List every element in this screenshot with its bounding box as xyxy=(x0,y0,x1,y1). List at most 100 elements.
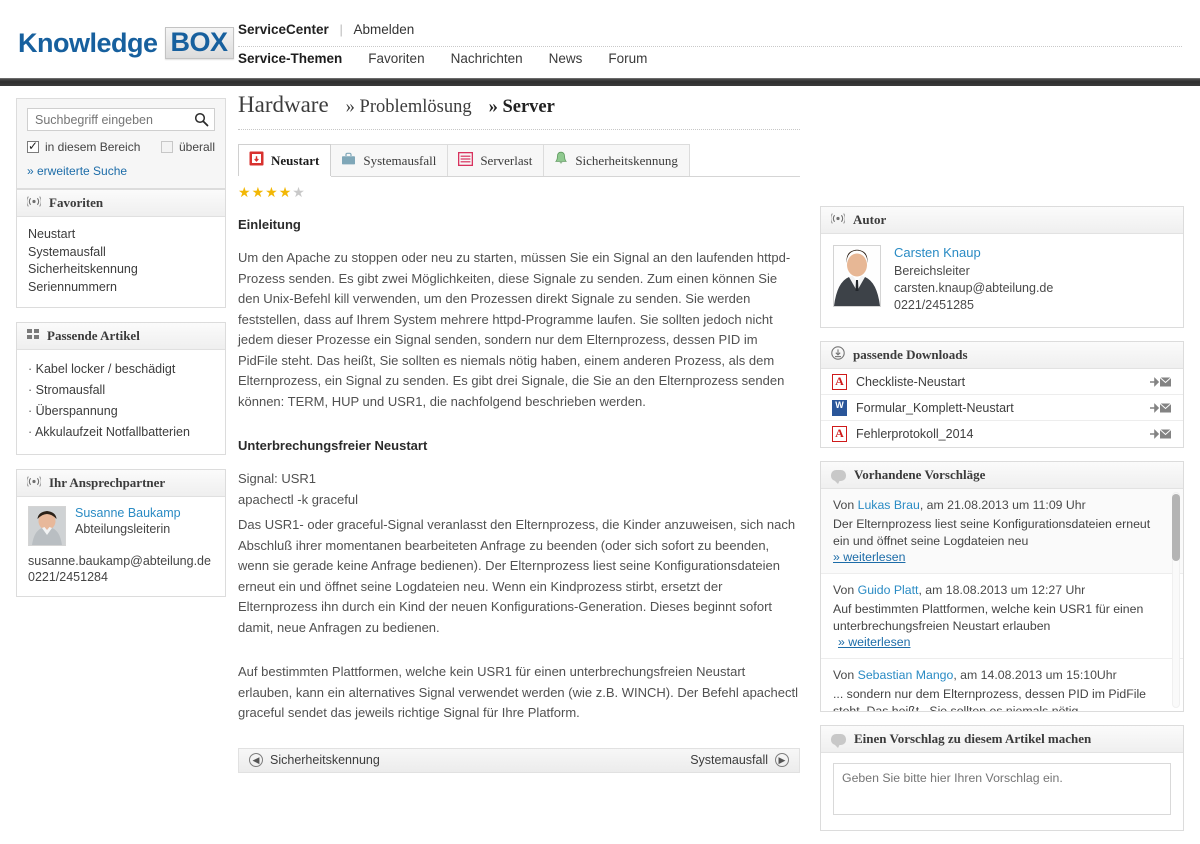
article-pager: ◀ Sicherheitskennung Systemausfall ▶ xyxy=(238,747,800,773)
section-body-plattformen: Auf bestimmten Plattformen, welche kein … xyxy=(238,664,798,720)
list-item[interactable]: Neustart xyxy=(28,226,214,244)
contact-panel: Ihr Ansprechpartner Susanne Baukamp Abte… xyxy=(16,469,226,597)
star-filled[interactable]: ★ xyxy=(238,184,252,200)
advanced-search-row: » erweiterte Suche xyxy=(27,164,215,178)
list-item[interactable]: Überspannung xyxy=(28,401,214,422)
right-sidebar: Autor Carsten Knaup Bereichsleiter carst… xyxy=(820,206,1184,844)
nav-item-forum[interactable]: Forum xyxy=(608,51,647,66)
author-role: Bereichsleiter xyxy=(894,264,970,278)
section-title-einleitung: Einleitung xyxy=(238,217,301,232)
logo-text-box: BOX xyxy=(164,27,234,59)
top-link-logout[interactable]: Abmelden xyxy=(353,22,414,37)
suggestion-author-link[interactable]: Lukas Brau xyxy=(858,498,920,512)
suggestion-textarea[interactable] xyxy=(833,763,1171,815)
nav-item-favoriten[interactable]: Favoriten xyxy=(368,51,424,66)
download-name: Checkliste-Neustart xyxy=(856,374,966,389)
nav-item-news[interactable]: News xyxy=(549,51,583,66)
breadcrumb-level-2[interactable]: » Problemlösung xyxy=(346,97,472,118)
section-body-einleitung: Um den Apache zu stoppen oder neu zu sta… xyxy=(238,250,791,409)
favorites-panel-title: Favoriten xyxy=(49,195,104,210)
search-input[interactable] xyxy=(28,109,200,130)
restart-icon xyxy=(249,151,264,170)
star-filled[interactable]: ★ xyxy=(265,184,279,200)
grid-icon xyxy=(27,328,39,344)
breadcrumb-level-1[interactable]: Hardware xyxy=(238,92,329,118)
breadcrumb: Hardware » Problemlösung » Server xyxy=(238,92,800,130)
favorites-panel: Favoriten Neustart Systemausfall Sicherh… xyxy=(16,189,226,308)
suggestion-text: ... sondern nur dem Elternprozess, desse… xyxy=(833,687,1147,711)
star-filled[interactable]: ★ xyxy=(279,184,293,200)
suggestion-more-link[interactable]: » weiterlesen xyxy=(838,635,910,649)
star-empty[interactable]: ★ xyxy=(292,184,306,200)
tab-neustart[interactable]: Neustart xyxy=(238,144,332,176)
suggestion-item: Von Guido Platt, am 18.08.2013 um 12:27 … xyxy=(821,574,1183,659)
suggestion-date: , am 21.08.2013 um 11:09 Uhr xyxy=(919,498,1086,512)
contact-role: Abteilungsleiterin xyxy=(75,522,171,536)
nav-item-service-themen[interactable]: Service-Themen xyxy=(238,51,342,66)
download-row[interactable]: Fehlerprotokoll_2014 xyxy=(821,421,1183,447)
tab-serverlast[interactable]: Serverlast xyxy=(447,144,545,176)
arrow-right-circle-icon: ▶ xyxy=(775,753,789,767)
download-name: Formular_Komplett-Neustart xyxy=(856,400,1014,415)
main-navigation: Service-Themen Favoriten Nachrichten New… xyxy=(238,51,647,66)
new-suggestion-panel-header: Einen Vorschlag zu diesem Artikel machen xyxy=(821,726,1183,753)
contact-card: Susanne Baukamp Abteilungsleiterin xyxy=(28,506,214,546)
suggestion-item: Von Sebastian Mango, am 14.08.2013 um 15… xyxy=(821,659,1183,711)
author-name-link[interactable]: Carsten Knaup xyxy=(894,245,1053,260)
page-body: in diesem Bereich überall » erweiterte S… xyxy=(0,92,1200,831)
suggestion-author-link[interactable]: Guido Platt xyxy=(858,583,919,597)
checkbox-ueberall[interactable] xyxy=(160,141,173,153)
new-suggestion-body xyxy=(821,753,1183,830)
article-tabs: Neustart Systemausfall Serverlast Sicher… xyxy=(238,144,800,177)
send-mail-icon[interactable] xyxy=(1150,428,1172,440)
contact-details: Susanne Baukamp Abteilungsleiterin xyxy=(75,506,181,546)
search-panel: in diesem Bereich überall » erweiterte S… xyxy=(16,98,226,189)
advanced-search-link[interactable]: » erweiterte Suche xyxy=(27,164,127,178)
star-filled[interactable]: ★ xyxy=(252,184,266,200)
contact-name-link[interactable]: Susanne Baukamp xyxy=(75,506,181,521)
tab-label: Sicherheitskennung xyxy=(575,152,678,168)
search-icon[interactable] xyxy=(194,112,209,127)
list-item[interactable]: Seriennummern xyxy=(28,279,214,297)
list-item[interactable]: Sicherheitskennung xyxy=(28,261,214,279)
download-row[interactable]: Checkliste-Neustart xyxy=(821,369,1183,395)
list-item[interactable]: Kabel locker / beschädigt xyxy=(28,359,214,380)
list-item[interactable]: Systemausfall xyxy=(28,244,214,262)
send-mail-icon[interactable] xyxy=(1150,402,1172,414)
pdf-file-icon xyxy=(832,426,847,442)
list-item[interactable]: Akkulaufzeit Notfallbatterien xyxy=(28,422,214,443)
favorites-panel-header: Favoriten xyxy=(17,190,225,217)
contact-panel-body: Susanne Baukamp Abteilungsleiterin susan… xyxy=(17,497,225,596)
download-row[interactable]: Formular_Komplett-Neustart xyxy=(821,395,1183,421)
suggestions-panel: Vorhandene Vorschläge Von Lukas Brau, am… xyxy=(820,461,1184,712)
author-phone: 0221/2451285 xyxy=(894,298,974,312)
suggestion-prefix: Von xyxy=(833,498,858,512)
favorites-panel-body: Neustart Systemausfall Sicherheitskennun… xyxy=(17,217,225,307)
pager-prev[interactable]: ◀ Sicherheitskennung xyxy=(249,753,380,767)
tab-systemausfall[interactable]: Systemausfall xyxy=(330,144,449,176)
top-link-separator: | xyxy=(339,22,343,37)
left-sidebar: in diesem Bereich überall » erweiterte S… xyxy=(16,98,226,611)
avatar xyxy=(28,506,66,546)
suggestions-scrollbar-thumb[interactable] xyxy=(1172,494,1180,561)
tab-sicherheitskennung[interactable]: Sicherheitskennung xyxy=(543,144,690,176)
checkbox-in-diesem-bereich[interactable] xyxy=(27,139,39,153)
nav-item-nachrichten[interactable]: Nachrichten xyxy=(451,51,523,66)
site-logo[interactable]: Knowledge BOX xyxy=(18,27,234,59)
rating-stars[interactable]: ★★★★★ xyxy=(238,184,800,201)
top-link-servicecenter[interactable]: ServiceCenter xyxy=(238,22,329,37)
suggestion-more-link[interactable]: » weiterlesen xyxy=(833,550,905,564)
suggestion-date: , am 14.08.2013 um 15:10Uhr xyxy=(953,668,1117,682)
suggestion-date: , am 18.08.2013 um 12:27 Uhr xyxy=(918,583,1086,597)
suggestions-panel-header: Vorhandene Vorschläge xyxy=(821,462,1183,489)
broadcast-icon xyxy=(830,212,846,228)
contact-email[interactable]: susanne.baukamp@abteilung.de xyxy=(28,553,214,569)
related-articles-panel: Passende Artikel Kabel locker / beschädi… xyxy=(16,322,226,455)
pager-next[interactable]: Systemausfall ▶ xyxy=(690,753,789,767)
suggestion-author-link[interactable]: Sebastian Mango xyxy=(858,668,954,682)
avatar xyxy=(833,245,881,307)
breadcrumb-level-3[interactable]: » Server xyxy=(489,97,555,118)
list-item[interactable]: Stromausfall xyxy=(28,380,214,401)
author-email[interactable]: carsten.knaup@abteilung.de xyxy=(894,280,1053,297)
send-mail-icon[interactable] xyxy=(1150,376,1172,388)
